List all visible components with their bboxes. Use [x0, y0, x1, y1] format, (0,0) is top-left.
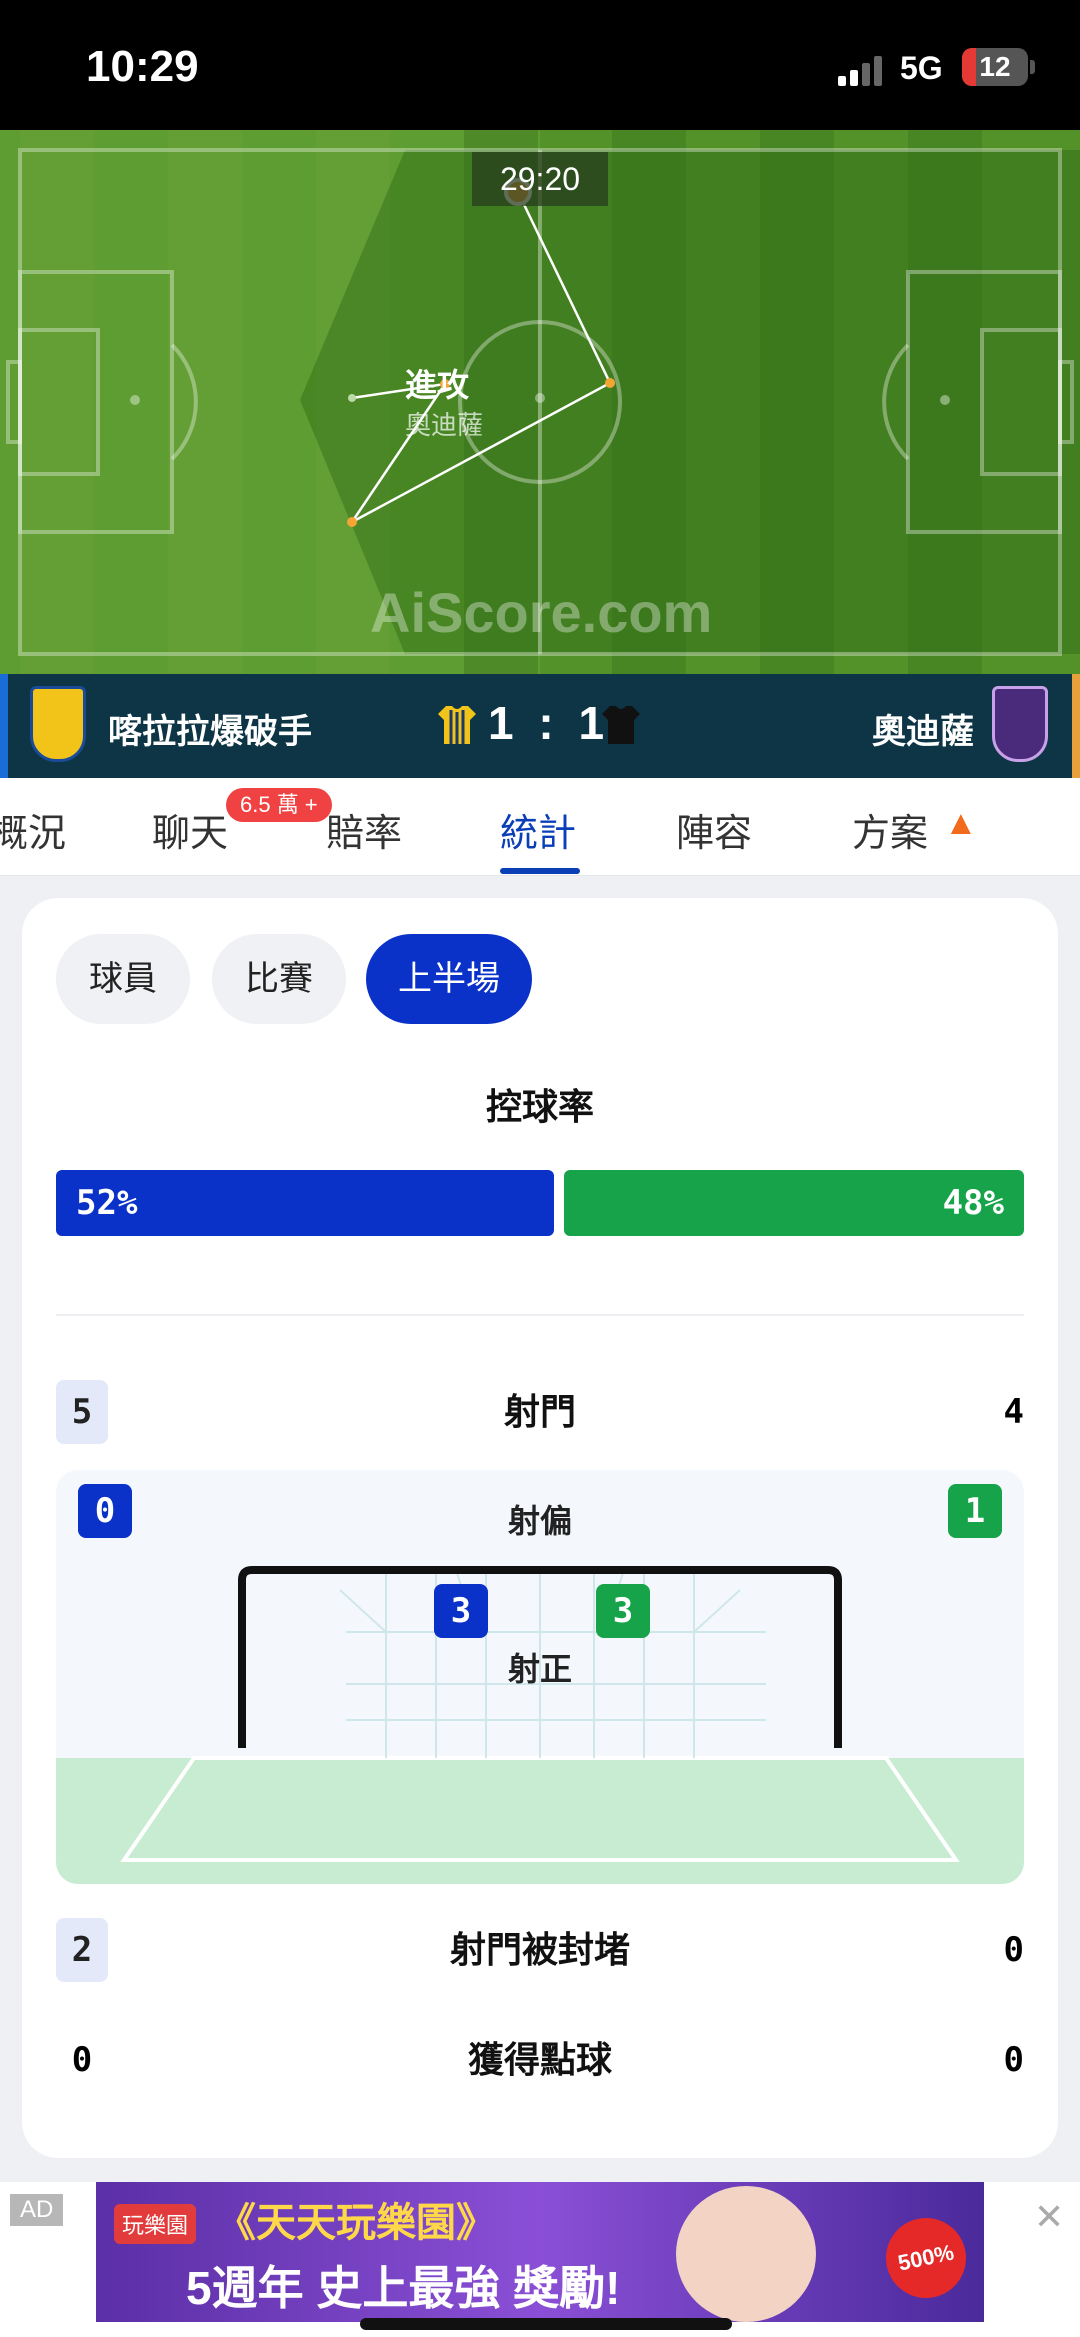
- status-bar: 10:29 5G 12: [0, 0, 1080, 130]
- ad-subline: 5週年 史上最強 獎勵!: [186, 2262, 621, 2314]
- ad-character-image: [676, 2186, 816, 2322]
- shots-on-label: 射正: [508, 1651, 573, 1687]
- ad-brand: 玩樂園: [114, 2204, 197, 2244]
- event-team: 奧迪薩: [405, 410, 484, 440]
- shot-map-goal: 0 射偏 1 3 3 射正: [56, 1470, 1024, 1884]
- stat-label: 射門被封堵: [449, 1929, 630, 1970]
- tab-chat[interactable]: 聊天: [152, 802, 228, 857]
- away-team-name[interactable]: 奧迪薩: [872, 704, 974, 753]
- stat-home-value: 0: [71, 2040, 93, 2080]
- event-label: 進攻: [405, 367, 470, 403]
- filter-match[interactable]: 比賽: [212, 934, 346, 1024]
- shots-on-home: 3: [434, 1584, 488, 1638]
- home-crest-icon: [30, 686, 86, 762]
- possession-title: 控球率: [485, 1086, 594, 1127]
- battery-level: 12: [979, 51, 1011, 82]
- shots-off-away: 1: [948, 1484, 1002, 1538]
- ad-banner[interactable]: 玩樂園 《天天玩樂園》 5週年 史上最強 獎勵! 500%: [96, 2182, 984, 2322]
- possession-home-bar: 52%: [56, 1170, 554, 1236]
- filter-players[interactable]: 球員: [56, 934, 190, 1024]
- stat-away-value: 0: [1003, 2040, 1024, 2080]
- score-separator: :: [538, 697, 560, 749]
- match-tracker-pitch[interactable]: 29:20 進攻 奧迪薩 AiScore.com: [0, 130, 1080, 674]
- stat-away-value: 0: [1003, 1930, 1024, 1970]
- tab-overview[interactable]: 概況: [0, 802, 66, 857]
- tab-bar: 概況 聊天 6.5 萬 + 賠率 統計 陣容 方案 ▲: [0, 778, 1080, 876]
- status-time: 10:29: [86, 42, 199, 91]
- watermark: AiScore.com: [370, 581, 713, 644]
- fire-icon: ▲: [944, 804, 978, 842]
- home-jersey-icon: [438, 706, 476, 744]
- close-icon[interactable]: ✕: [1034, 2196, 1064, 2238]
- scoreboard: 喀拉拉爆破手 1 : 1 奧迪薩: [0, 674, 1080, 778]
- shots-off-home: 0: [78, 1484, 132, 1538]
- tab-odds[interactable]: 賠率: [326, 802, 402, 857]
- battery-icon: 12: [962, 48, 1028, 86]
- stat-home-value: 2: [56, 1918, 108, 1982]
- match-clock: 29:20: [472, 152, 608, 206]
- ad-banner-area: AD 玩樂園 《天天玩樂園》 5週年 史上最強 獎勵! 500% ✕: [0, 2182, 1080, 2337]
- stats-card: 球員 比賽 上半場 控球率 52% 48% 射門 5 4 0 射偏 1 3 3 …: [22, 898, 1058, 2158]
- filter-first-half[interactable]: 上半場: [366, 934, 532, 1024]
- home-score: 1: [488, 697, 520, 749]
- stat-row-shots: 射門 5 4: [22, 1380, 1058, 1444]
- stat-home-value: 5: [56, 1380, 108, 1444]
- ad-promo-badge: 500%: [878, 2210, 974, 2306]
- tab-plan[interactable]: 方案: [852, 802, 928, 857]
- stat-row-penalties: 獲得點球 0 0: [22, 2028, 1058, 2092]
- stat-label: 射門: [503, 1391, 576, 1432]
- tab-lineup[interactable]: 陣容: [676, 802, 752, 857]
- possession-away-bar: 48%: [564, 1170, 1024, 1236]
- stat-away-value: 4: [1003, 1392, 1024, 1432]
- chat-count-badge: 6.5 萬 +: [226, 788, 332, 822]
- signal-icon: [838, 56, 884, 86]
- divider: [56, 1314, 1024, 1316]
- home-indicator[interactable]: [360, 2318, 732, 2330]
- ad-tag: AD: [10, 2194, 64, 2226]
- shots-off-label: 射偏: [508, 1503, 573, 1539]
- stat-label: 獲得點球: [467, 2039, 612, 2080]
- shots-on-away: 3: [596, 1584, 650, 1638]
- ad-headline: 《天天玩樂園》: [216, 2201, 496, 2245]
- stat-row-blocked: 射門被封堵 2 0: [22, 1918, 1058, 1982]
- tab-stats[interactable]: 統計: [500, 802, 576, 857]
- away-crest-icon: [992, 686, 1048, 762]
- home-team-name[interactable]: 喀拉拉爆破手: [108, 704, 312, 753]
- active-tab-indicator: [500, 868, 580, 874]
- possession-home-value: 52%: [76, 1183, 138, 1223]
- possession-away-value: 48%: [942, 1183, 1004, 1223]
- network-type: 5G: [900, 50, 943, 86]
- away-jersey-icon: [602, 706, 640, 744]
- match-score: 1 : 1: [488, 696, 610, 750]
